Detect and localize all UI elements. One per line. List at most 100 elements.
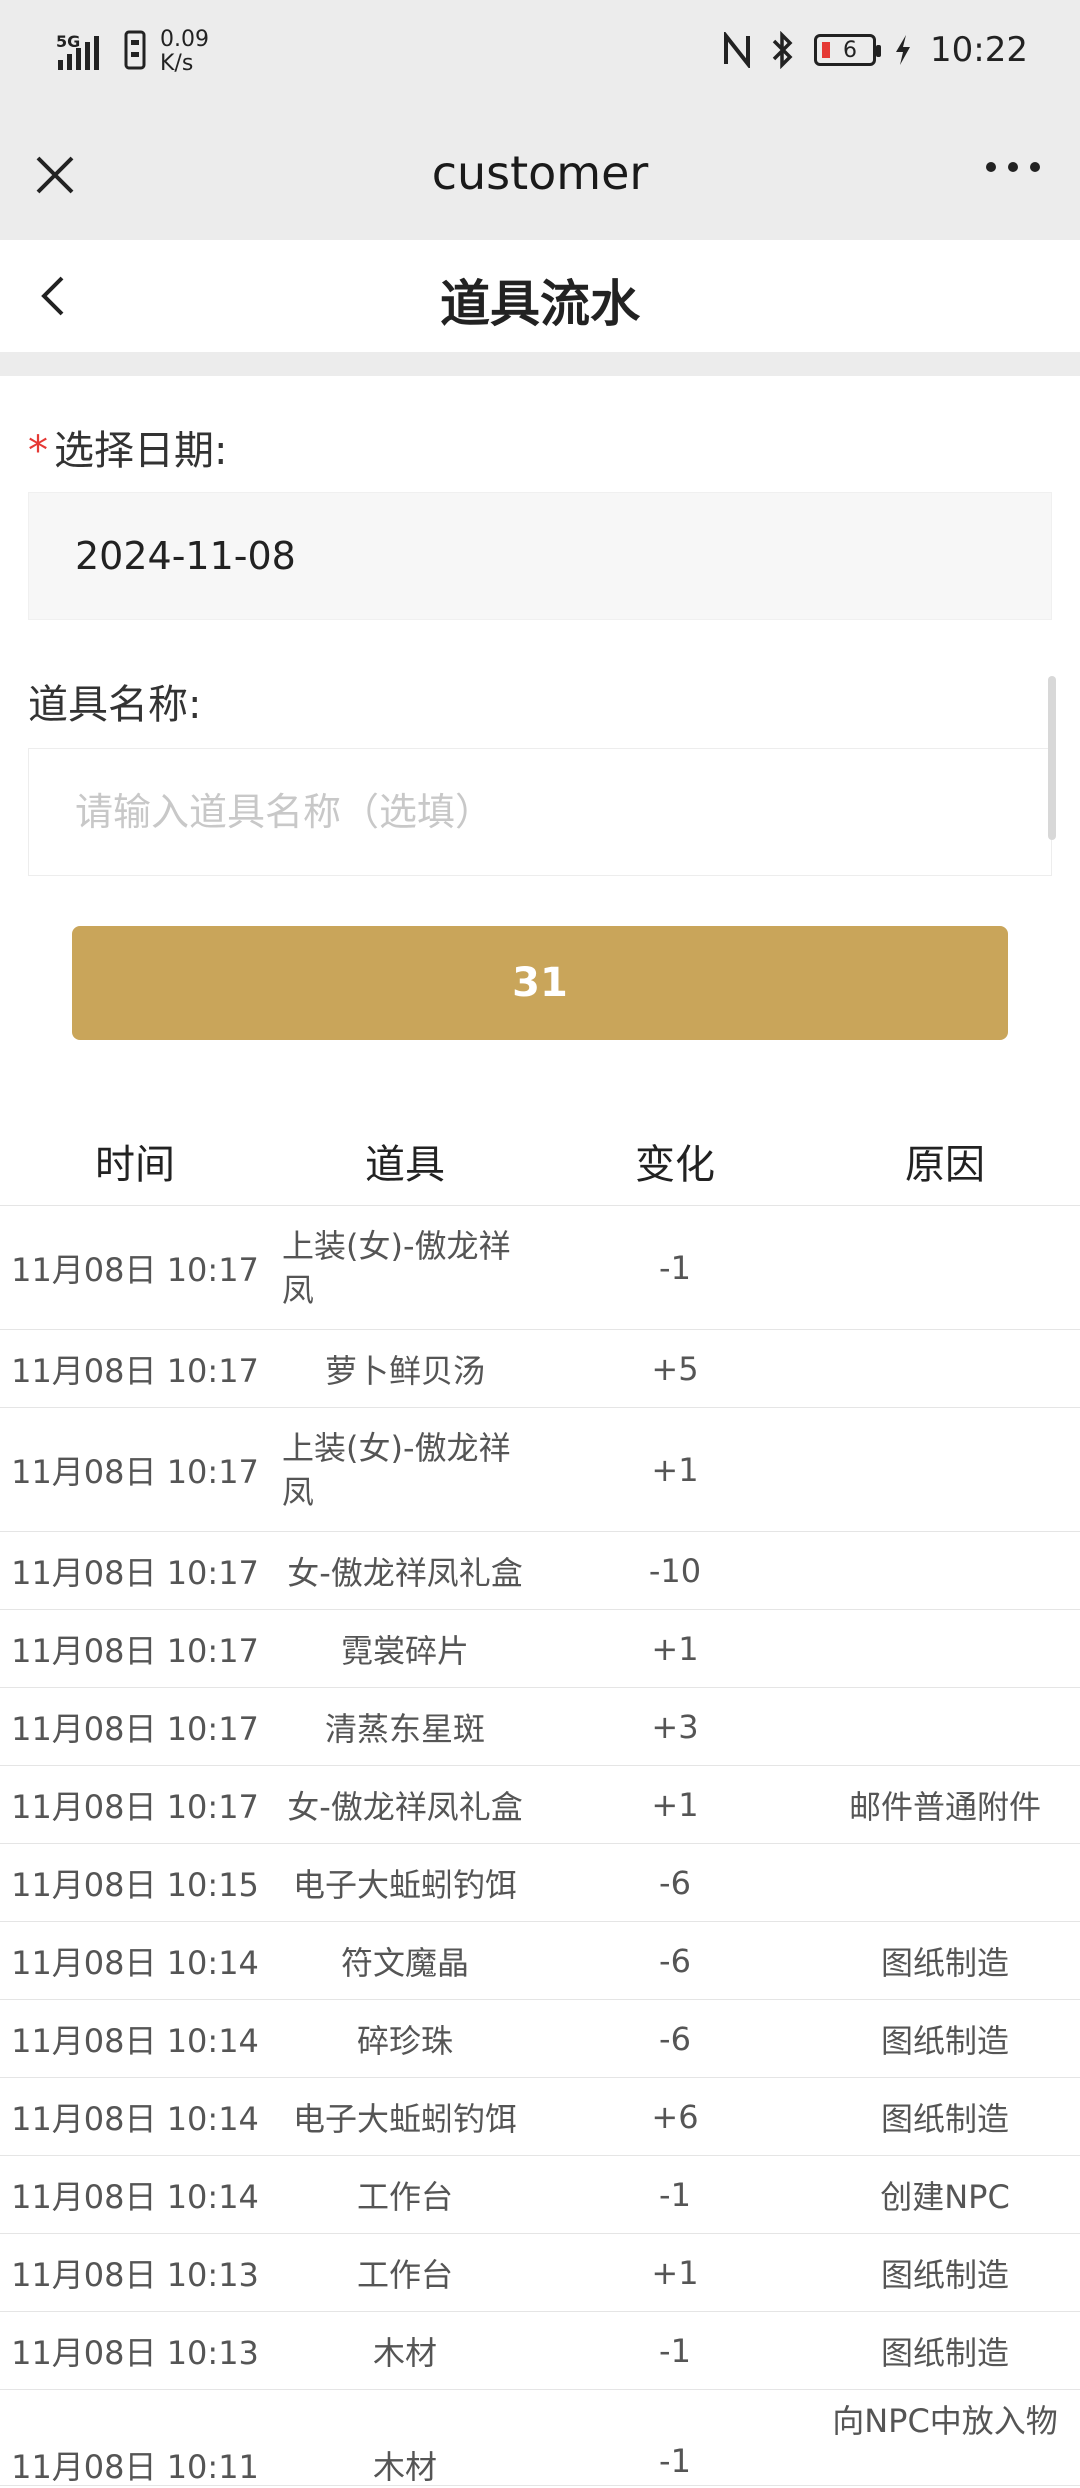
date-field[interactable]: 2024-11-08 [28, 492, 1052, 620]
cell-time: 11月08日 10:17 [11, 1351, 259, 1390]
nfc-icon [724, 32, 751, 68]
cell-time: 11月08日 10:11 [11, 2448, 259, 2486]
header-divider [0, 352, 1080, 376]
cell-reason: 创建NPC [880, 2177, 1010, 2216]
header-change: 变化 [635, 1141, 715, 1188]
cell-change: +1 [651, 1450, 699, 1489]
status-bar: 5G 0.09 K/s 6 10:22 [0, 0, 1080, 110]
speed-value: 0.09 [160, 27, 209, 52]
table-row: 11月08日 10:17 清蒸东星斑 +3 [0, 1688, 1080, 1766]
table-row: 11月08日 10:14 电子大蚯蚓钓饵 +6 图纸制造 [0, 2078, 1080, 2156]
cell-item-text: 上装(女)-傲龙祥凤 [282, 1428, 511, 1511]
header-time: 时间 [95, 1141, 175, 1188]
cell-time: 11月08日 10:17 [11, 1709, 259, 1748]
table-row: 11月08日 10:17 上装(女)-傲龙祥凤 +1 [0, 1408, 1080, 1532]
cell-change: -6 [659, 1941, 691, 1980]
cell-item: 符文魔晶 [340, 1943, 469, 1982]
cell-time: 11月08日 10:17 [11, 1250, 259, 1289]
cell-change: -1 [659, 1248, 691, 1287]
network-speed: 0.09 K/s [160, 28, 209, 76]
scrollbar[interactable] [1048, 676, 1056, 840]
date-label-text: 选择日期: [54, 428, 228, 474]
cell-change: -6 [659, 1863, 691, 1902]
table-row: 11月08日 10:13 工作台 +1 图纸制造 [0, 2234, 1080, 2312]
cell-change: +5 [651, 1349, 699, 1388]
header-item: 道具 [365, 1141, 445, 1188]
cell-item: 清蒸东星斑 [324, 1709, 485, 1748]
charging-icon [896, 35, 911, 65]
window-title: customer [431, 146, 649, 200]
cell-item: 上装(女)-傲龙祥凤 [270, 1426, 540, 1514]
item-name-label: 道具名称: [28, 682, 202, 728]
battery-icon: 6 [814, 34, 882, 66]
cell-time: 11月08日 10:13 [11, 2333, 259, 2372]
cell-reason: 向NPC中放入物 [832, 2402, 1058, 2440]
cell-reason: 图纸制造 [880, 2021, 1009, 2060]
status-left: 5G 0.09 K/s [56, 28, 209, 76]
cell-item: 电子大蚯蚓钓饵 [292, 1865, 517, 1904]
cell-time: 11月08日 10:17 [11, 1631, 259, 1670]
table-row: 11月08日 10:17 萝卜鲜贝汤 +5 [0, 1330, 1080, 1408]
cell-time: 11月08日 10:13 [11, 2255, 259, 2294]
item-name-field[interactable] [28, 748, 1052, 876]
cell-time: 11月08日 10:17 [11, 1553, 259, 1592]
bluetooth-icon [772, 31, 793, 69]
table-row: 11月08日 10:17 上装(女)-傲龙祥凤 -1 [0, 1206, 1080, 1330]
more-dot-icon [1008, 162, 1018, 172]
cell-time: 11月08日 10:17 [11, 1787, 259, 1826]
submit-button[interactable]: 31 [72, 926, 1008, 1040]
cell-item: 电子大蚯蚓钓饵 [292, 2099, 517, 2138]
date-value: 2024-11-08 [75, 534, 296, 578]
cell-item-text: 上装(女)-傲龙祥凤 [282, 1226, 511, 1309]
status-right: 6 10:22 [722, 30, 1028, 70]
cell-change: +1 [651, 2253, 699, 2292]
cell-reason: 邮件普通附件 [848, 1787, 1041, 1826]
signal-icon: 5G [56, 32, 110, 72]
required-mark: * [28, 428, 48, 474]
cell-change: -6 [659, 2019, 691, 2058]
cell-item: 女-傲龙祥凤礼盒 [287, 1787, 523, 1826]
cell-item: 工作台 [356, 2177, 453, 2216]
table-row: 11月08日 10:17 女-傲龙祥凤礼盒 +1 邮件普通附件 [0, 1766, 1080, 1844]
cell-item: 霓裳碎片 [340, 1631, 469, 1670]
cell-time: 11月08日 10:14 [11, 1943, 259, 1982]
table-row: 11月08日 10:17 霓裳碎片 +1 [0, 1610, 1080, 1688]
sim-icon [124, 30, 146, 74]
more-dot-icon [1030, 162, 1040, 172]
cell-item: 木材 [372, 2333, 437, 2372]
cell-item: 木材 [372, 2448, 437, 2486]
cell-reason: 图纸制造 [880, 1943, 1009, 1982]
item-name-input[interactable] [75, 790, 1051, 834]
cell-change: -1 [659, 2175, 691, 2214]
cell-item: 上装(女)-傲龙祥凤 [270, 1224, 540, 1312]
table-row: 11月08日 10:17 女-傲龙祥凤礼盒 -10 [0, 1532, 1080, 1610]
title-bar: customer [0, 110, 1080, 240]
cell-change: -10 [648, 1551, 702, 1590]
page-header: 道具流水 [0, 240, 1080, 352]
date-label: * 选择日期: [28, 418, 227, 476]
cell-time: 11月08日 10:14 [11, 2177, 259, 2216]
cell-change: -1 [659, 2331, 691, 2370]
cell-item: 碎珍珠 [356, 2021, 453, 2060]
more-dot-icon [986, 162, 996, 172]
page-title: 道具流水 [440, 275, 640, 333]
cell-change: +6 [651, 2097, 699, 2136]
cell-item: 萝卜鲜贝汤 [324, 1351, 485, 1390]
table-row: 11月08日 10:14 符文魔晶 -6 图纸制造 [0, 1922, 1080, 2000]
speed-unit: K/s [160, 51, 194, 76]
cell-time: 11月08日 10:14 [11, 2021, 259, 2060]
more-button[interactable] [986, 162, 1040, 172]
clock: 10:22 [930, 30, 1028, 70]
table-row: 11月08日 10:11 木材 -1 向NPC中放入物 [0, 2390, 1080, 2486]
item-log-table: 时间 道具 变化 原因 11月08日 10:17 上装(女)-傲龙祥凤 -1 1… [0, 1116, 1080, 2486]
cell-time: 11月08日 10:14 [11, 2099, 259, 2138]
cell-item: 工作台 [356, 2255, 453, 2294]
cell-reason: 图纸制造 [880, 2099, 1009, 2138]
cell-time: 11月08日 10:17 [11, 1452, 259, 1491]
table-row: 11月08日 10:13 木材 -1 图纸制造 [0, 2312, 1080, 2390]
battery-level: 6 [843, 37, 858, 63]
cell-change: +1 [651, 1629, 699, 1668]
cell-item: 女-傲龙祥凤礼盒 [287, 1553, 523, 1592]
cell-reason: 图纸制造 [880, 2333, 1009, 2372]
cell-change: +3 [651, 1707, 699, 1746]
